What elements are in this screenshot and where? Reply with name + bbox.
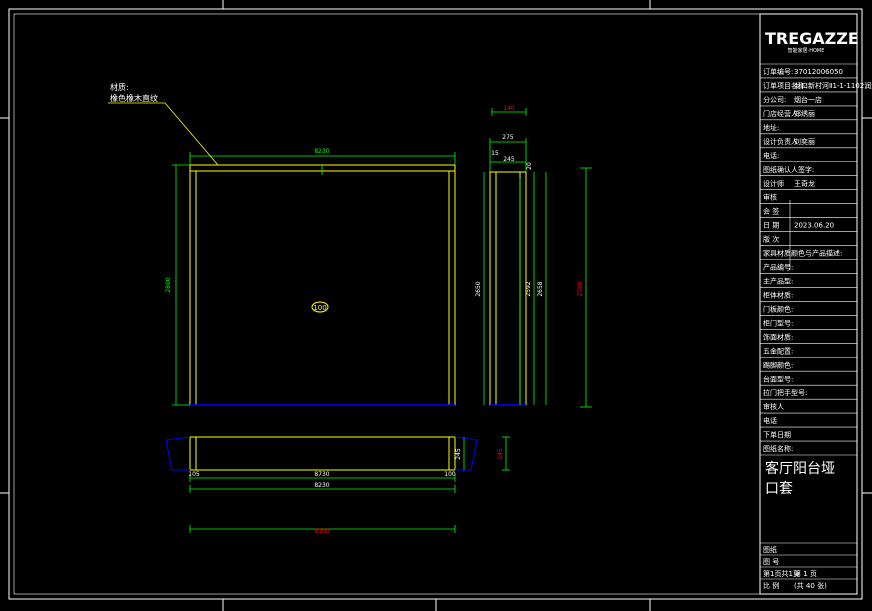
- plan-dim-left: 105: [188, 471, 200, 478]
- marker-text: 100: [313, 304, 326, 312]
- title-row-label: 审核: [763, 193, 777, 202]
- drawing-name-line1: 客厅阳台垭: [765, 460, 835, 477]
- side-dim-top-outer: 140: [503, 105, 515, 112]
- title-row-label: 拉门把手型号:: [763, 388, 807, 397]
- bottom-row-value: (共 40 张): [794, 581, 827, 590]
- title-row-label: 电话:: [763, 151, 779, 160]
- logo-brand: TREGAZZE: [765, 29, 859, 48]
- side-dim-h3: 2658: [537, 281, 544, 296]
- title-row-label: 门板颜色:: [763, 304, 793, 313]
- plan-dim-right-section: 245: [455, 448, 462, 460]
- side-dim-mid-b: 245: [503, 156, 515, 163]
- title-row-label: 审核人: [763, 402, 784, 411]
- title-row-label: 设计师: [763, 179, 784, 188]
- title-row-value: 刘奕丽: [794, 137, 815, 146]
- title-row-value: 2023.06.20: [794, 222, 834, 230]
- title-row-label: 下单日期: [763, 430, 791, 439]
- title-row-label: 台面型号:: [763, 374, 793, 383]
- side-dim-top-inner: 275: [502, 134, 514, 141]
- title-row-label: 柜门型号:: [763, 318, 793, 327]
- side-dim-h2: 2592: [525, 281, 532, 296]
- title-row-value: 龙口新村河Ⅱ1-1-1102润润韵: [794, 81, 872, 90]
- title-row-label: 图纸确认人签字:: [763, 165, 814, 174]
- title-row-value: 郑绣丽: [794, 109, 815, 118]
- bottom-row-label: 图 号: [763, 558, 779, 566]
- title-row-label: 产品编号:: [763, 263, 793, 272]
- drawing-name-line2: 口套: [765, 481, 793, 497]
- title-row-label: 家具材质颜色与产品描述:: [763, 249, 842, 258]
- title-row-label: 电话: [763, 416, 777, 425]
- drawing-background: [0, 0, 872, 611]
- title-row-label: 设计负责人: [763, 137, 798, 146]
- bottom-row-label: 比 例: [763, 581, 779, 590]
- title-row-label: 版 次: [763, 235, 779, 244]
- plan-dim-overall: 8390: [314, 528, 329, 535]
- title-row-label: 踢脚颜色:: [763, 360, 793, 369]
- center-marker: 100: [311, 301, 329, 313]
- callout-label: 材质:: [110, 82, 129, 92]
- plan-dim-side: 245: [497, 448, 504, 460]
- title-row-label: 订单编号:: [763, 67, 793, 76]
- title-row-label: 柜体材质:: [763, 290, 793, 299]
- title-row-value: 王奇龙: [794, 179, 815, 188]
- bottom-row-label: 图纸: [763, 545, 777, 554]
- title-row-label: 日 期: [763, 222, 779, 230]
- title-row-label: 饰面材质:: [763, 332, 793, 341]
- title-row-label: 图纸名称:: [763, 444, 793, 453]
- side-dim-h1: 2650: [475, 281, 482, 296]
- bottom-row-value: 第 1 页: [794, 569, 817, 578]
- title-row-label: 地址:: [763, 123, 779, 132]
- front-dim-height: 2800: [165, 277, 172, 292]
- cad-drawing-canvas: 8230 2800 材质: 橡色橡木直纹 100 140 275 15 245 …: [0, 0, 872, 611]
- plan-dim-right: 100: [444, 471, 456, 478]
- title-row-value: 37012006050: [794, 68, 843, 76]
- title-row-label: 分公司:: [763, 95, 786, 104]
- plan-dim-outer: 8230: [314, 482, 329, 489]
- title-row-label: 会 签: [763, 207, 779, 216]
- side-dim-h4: 2780: [577, 281, 584, 296]
- callout-material: 橡色橡木直纹: [110, 93, 158, 103]
- plan-dim-inner: 8730: [314, 471, 329, 478]
- front-dim-width: 8230: [314, 148, 329, 155]
- title-row-label: 五金配置:: [763, 346, 793, 355]
- title-row-label: 主产品型:: [763, 277, 793, 286]
- title-row-value: 烟台一店: [794, 95, 822, 104]
- logo-subtitle: 智能家居·HOME: [788, 47, 825, 54]
- side-dim-mid-a: 15: [491, 150, 499, 157]
- side-dim-right-small: 20: [526, 162, 533, 170]
